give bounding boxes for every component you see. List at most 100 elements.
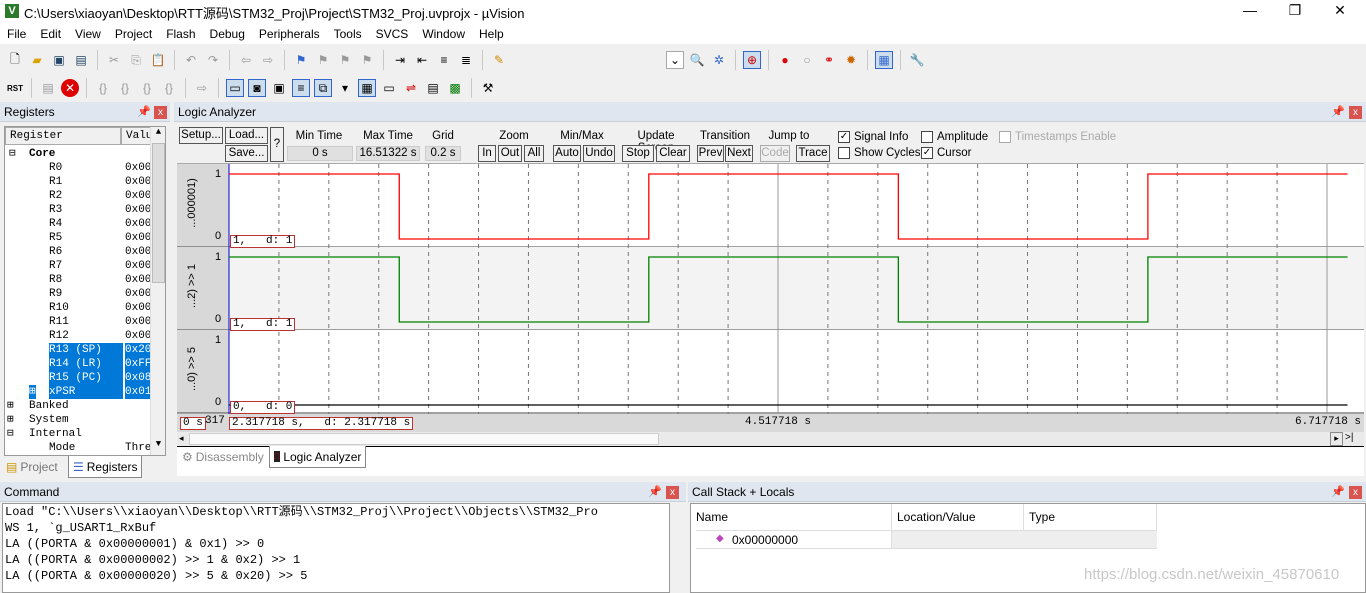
start-debug-icon[interactable]: ⊕: [743, 51, 761, 69]
save-button[interactable]: Save...: [225, 145, 268, 162]
scroll-thumb[interactable]: [189, 433, 659, 445]
menu-debug[interactable]: Debug: [203, 27, 252, 41]
column-register[interactable]: Register: [5, 127, 121, 145]
register-row[interactable]: R1 0x00: [5, 175, 150, 189]
tree-node-system[interactable]: ⊞ System: [5, 413, 150, 427]
stop-button[interactable]: Stop: [622, 145, 654, 162]
call-stack-window-icon[interactable]: ⧉: [314, 79, 332, 97]
disable-all-breakpoints-icon[interactable]: ⚭: [820, 51, 838, 69]
show-cycles-checkbox[interactable]: Show Cycles: [838, 147, 920, 159]
reset-icon[interactable]: RST: [6, 79, 24, 97]
register-row[interactable]: R7 0x00: [5, 259, 150, 273]
register-row[interactable]: R0 0x00: [5, 161, 150, 175]
registers-window-icon[interactable]: ≡: [292, 79, 310, 97]
column-value[interactable]: Valu: [121, 127, 152, 145]
call-stack-row[interactable]: ◆ 0x00000000: [696, 530, 1157, 549]
column-name[interactable]: Name: [696, 510, 728, 524]
signal-label[interactable]: ...2) >> 1: [186, 251, 198, 321]
redo-icon[interactable]: ↷: [204, 51, 222, 69]
pin-icon[interactable]: 📌: [648, 485, 662, 498]
tab-project[interactable]: ▤ Project: [2, 457, 62, 477]
pin-icon[interactable]: 📌: [1331, 485, 1345, 498]
register-row[interactable]: R13 (SP) 0x20: [5, 343, 150, 357]
window-layout-icon[interactable]: ▦: [875, 51, 893, 69]
clear-button[interactable]: Clear: [656, 145, 690, 162]
column-location[interactable]: Location/Value: [897, 510, 976, 524]
next-button[interactable]: Next: [725, 145, 753, 162]
save-icon[interactable]: ▣: [50, 51, 68, 69]
code-button[interactable]: Code: [760, 145, 790, 162]
zoom-in-button[interactable]: In: [478, 145, 496, 162]
step-out-icon[interactable]: {}: [138, 79, 156, 97]
command-output[interactable]: Load "C:\\Users\\xiaoyan\\Desktop\\RTT源码…: [2, 503, 670, 593]
menu-tools[interactable]: Tools: [327, 27, 369, 41]
register-row[interactable]: R6 0x00: [5, 245, 150, 259]
column-type[interactable]: Type: [1029, 510, 1055, 524]
new-file-icon[interactable]: 🗋: [6, 51, 24, 69]
scroll-right-icon[interactable]: ▸: [1330, 432, 1343, 446]
tab-logic-analyzer[interactable]: ⎍ Logic Analyzer: [269, 446, 367, 468]
run-icon[interactable]: ▤: [39, 79, 57, 97]
memory-window-icon[interactable]: ▦: [358, 79, 376, 97]
horizontal-scrollbar[interactable]: ◂ ▸ >|: [177, 432, 1364, 447]
menu-view[interactable]: View: [68, 27, 108, 41]
register-row[interactable]: R9 0x00: [5, 287, 150, 301]
zoom-all-button[interactable]: All: [524, 145, 544, 162]
nav-forward-icon[interactable]: ⇨: [259, 51, 277, 69]
setup-button[interactable]: Setup...: [179, 127, 223, 144]
step-over-icon[interactable]: {}: [116, 79, 134, 97]
copy-icon[interactable]: ⎘: [127, 51, 145, 69]
waveform-area[interactable]: ...000001) 1 0 1, d: 1 ...2) >> 1 1 0 1, d: 1..…: [177, 163, 1364, 476]
watch-window-icon[interactable]: ▾: [336, 79, 354, 97]
register-row[interactable]: R15 (PC) 0x08: [5, 371, 150, 385]
scroll-left-icon[interactable]: ◂: [179, 433, 184, 444]
open-icon[interactable]: ▰: [28, 51, 46, 69]
tree-node-banked[interactable]: ⊞ Banked: [5, 399, 150, 413]
register-row[interactable]: ⊞ xPSR 0x01: [5, 385, 150, 399]
minimize-button[interactable]: —: [1230, 2, 1270, 18]
pin-icon[interactable]: 📌: [1331, 105, 1345, 118]
bookmark-clear-icon[interactable]: ⚑: [358, 51, 376, 69]
disassembly-window-icon[interactable]: ◙: [248, 79, 266, 97]
waveform-chart[interactable]: [177, 164, 1364, 434]
uncomment-icon[interactable]: ≣: [457, 51, 475, 69]
close-icon[interactable]: x: [1349, 486, 1362, 499]
register-row[interactable]: R14 (LR) 0xFF: [5, 357, 150, 371]
close-icon[interactable]: x: [154, 106, 167, 119]
bookmark-prev-icon[interactable]: ⚑: [314, 51, 332, 69]
signal-label[interactable]: ...0) >> 5: [186, 334, 198, 404]
zoom-out-button[interactable]: Out: [498, 145, 522, 162]
save-all-icon[interactable]: ▤: [72, 51, 90, 69]
system-viewer-icon[interactable]: ▩: [446, 79, 464, 97]
menu-flash[interactable]: Flash: [159, 27, 202, 41]
cursor-checkbox[interactable]: ✓ Cursor: [921, 147, 972, 159]
menu-file[interactable]: File: [0, 27, 33, 41]
register-row[interactable]: R10 0x00: [5, 301, 150, 315]
run-to-cursor-icon[interactable]: {}: [160, 79, 178, 97]
menu-peripherals[interactable]: Peripherals: [252, 27, 327, 41]
breakpoint-icon[interactable]: ●: [776, 51, 794, 69]
bookmark-next-icon[interactable]: ⚑: [336, 51, 354, 69]
signal-label[interactable]: ...000001): [186, 168, 198, 238]
bookmark-icon[interactable]: ⚑: [292, 51, 310, 69]
symbols-window-icon[interactable]: ▣: [270, 79, 288, 97]
unindent-icon[interactable]: ⇤: [413, 51, 431, 69]
register-tree[interactable]: Register Valu ▲ ▼ ⊟ Core R0 0x00 R1 0x00 R2 0x…: [4, 126, 166, 456]
command-window-icon[interactable]: ▭: [226, 79, 244, 97]
find-dropdown[interactable]: ⌄: [666, 51, 684, 69]
close-icon[interactable]: x: [1349, 106, 1362, 119]
menu-window[interactable]: Window: [415, 27, 472, 41]
comment-icon[interactable]: ≡: [435, 51, 453, 69]
auto-button[interactable]: Auto: [553, 145, 581, 162]
register-row-mode[interactable]: Mode Thre: [5, 441, 150, 455]
tab-disassembly[interactable]: ⚙ Disassembly: [178, 447, 268, 467]
show-next-statement-icon[interactable]: ⇨: [193, 79, 211, 97]
register-row[interactable]: R8 0x00: [5, 273, 150, 287]
prev-button[interactable]: Prev: [697, 145, 724, 162]
tree-node-core[interactable]: ⊟ Core: [5, 147, 150, 161]
close-button[interactable]: ✕: [1320, 2, 1360, 19]
toolbox-icon[interactable]: ⚒: [479, 79, 497, 97]
disable-breakpoint-icon[interactable]: ○: [798, 51, 816, 69]
trace-window-icon[interactable]: ▤: [424, 79, 442, 97]
amplitude-checkbox[interactable]: Amplitude: [921, 131, 988, 143]
